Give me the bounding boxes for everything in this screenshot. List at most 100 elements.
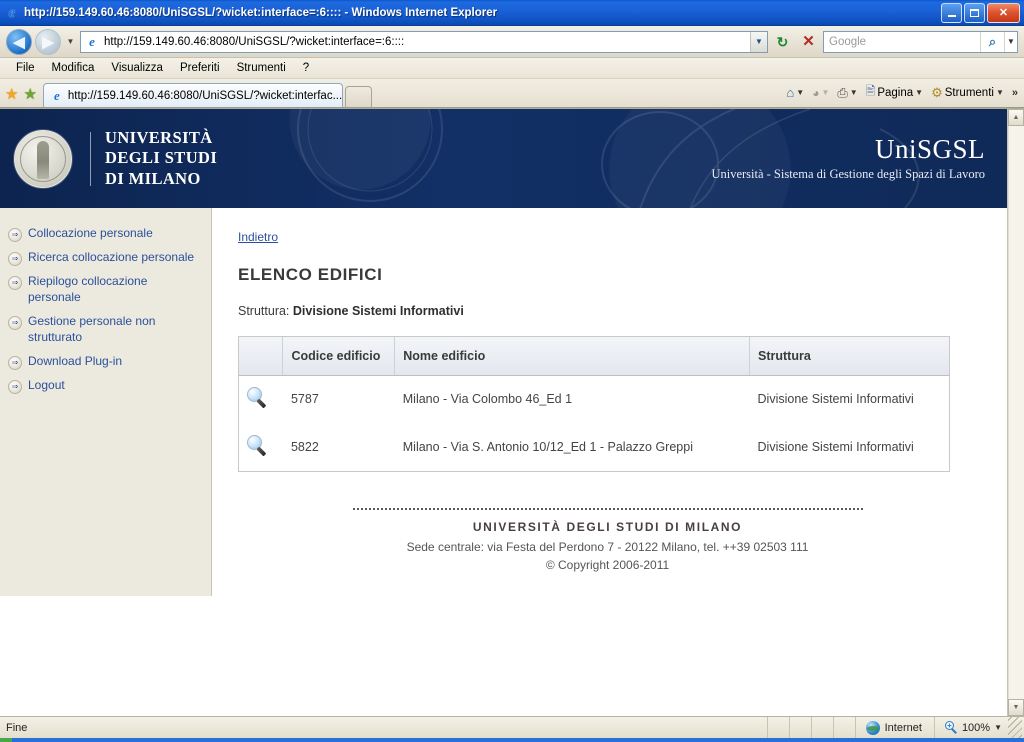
tab-unisgsl[interactable]: e http://159.149.60.46:8080/UniSGSL/?wic… — [42, 83, 343, 107]
ie-logo-icon: e — [8, 4, 16, 21]
menu-visualizza[interactable]: Visualizza — [103, 60, 171, 76]
table-row[interactable]: 5822 Milano - Via S. Antonio 10/12_Ed 1 … — [239, 423, 949, 471]
row-action-cell[interactable] — [239, 423, 283, 471]
sidebar-item-label: Riepilogo collocazione personale — [28, 274, 148, 304]
back-button[interactable]: ◀ — [6, 28, 32, 55]
tools-caret-icon[interactable]: ▼ — [996, 88, 1004, 97]
search-box[interactable]: Google ⌕ ▼ — [823, 30, 1018, 53]
table-header-row: Codice edificio Nome edificio Struttura — [239, 337, 949, 376]
favorites-center-icon[interactable]: ★ — [5, 87, 18, 102]
footer-address: Sede centrale: via Festa del Perdono 7 -… — [406, 540, 809, 554]
home-button[interactable]: ⌂ ▼ — [783, 84, 807, 101]
scroll-track[interactable] — [1008, 126, 1024, 699]
row-action-cell[interactable] — [239, 375, 283, 423]
feeds-icon: ◕ — [812, 85, 820, 100]
sidebar-nav: ⇒ Collocazione personale ⇒ Ricerca collo… — [0, 208, 212, 596]
stop-button[interactable]: ✕ — [797, 30, 820, 53]
url-dropdown-button[interactable]: ▼ — [750, 31, 767, 52]
home-icon: ⌂ — [786, 85, 795, 100]
restore-button[interactable] — [964, 2, 985, 23]
menu-strumenti[interactable]: Strumenti — [229, 60, 294, 76]
zoom-plus: + — [946, 721, 952, 730]
new-tab-button[interactable] — [344, 86, 372, 107]
sidebar-item-riepilogo-collocazione-personale[interactable]: ⇒ Riepilogo collocazione personale — [4, 270, 205, 310]
tab-favicon-icon: e — [54, 87, 60, 103]
sidebar-item-label: Collocazione personale — [28, 226, 153, 240]
logo-divider — [90, 131, 91, 186]
tab-label: http://159.149.60.46:8080/UniSGSL/?wicke… — [67, 89, 343, 102]
restore-icon — [970, 8, 979, 17]
print-button[interactable]: ⎙ ▼ — [834, 84, 860, 102]
magnifier-icon[interactable] — [247, 434, 269, 457]
command-overflow-icon[interactable]: » — [1012, 87, 1018, 99]
menu-file[interactable]: File — [8, 60, 43, 76]
security-zone[interactable]: Internet — [854, 717, 934, 738]
refresh-icon: ↻ — [776, 33, 789, 50]
cell-struttura: Divisione Sistemi Informativi — [749, 375, 949, 423]
menu-help[interactable]: ? — [295, 60, 317, 76]
arrow-bullet-icon: ⇒ — [8, 276, 22, 290]
cell-codice-edificio: 5787 — [282, 375, 395, 423]
page-menu-button[interactable]: 🖹 Pagina ▼ — [863, 81, 926, 104]
zoom-caret-icon[interactable]: ▼ — [994, 723, 1002, 732]
tools-menu-label: Strumenti — [944, 86, 994, 99]
zoom-control[interactable]: + 100% ▼ — [933, 717, 1008, 738]
url-text[interactable]: http://159.149.60.46:8080/UniSGSL/?wicke… — [104, 36, 750, 48]
cell-nome-edificio: Milano - Via Colombo 46_Ed 1 — [394, 375, 750, 423]
sidebar-item-label: Download Plug-in — [28, 353, 123, 368]
page-icon: 🖹 — [865, 84, 876, 98]
arrow-bullet-icon: ⇒ — [8, 315, 22, 330]
magnifier-handle — [256, 446, 267, 456]
menu-modifica[interactable]: Modifica — [44, 60, 103, 76]
university-name-line2: DEGLI STUDI — [105, 148, 218, 168]
tools-menu-button[interactable]: ⚙ Strumenti ▼ — [928, 84, 1007, 102]
column-header-action — [239, 337, 284, 376]
university-name: UNIVERSITÀ DEGLI STUDI DI MILANO — [105, 128, 217, 188]
page-menu-label: Pagina — [877, 86, 914, 99]
gear-icon: ⚙ — [931, 84, 943, 100]
vertical-scrollbar[interactable]: ▲ ▼ — [1007, 109, 1024, 716]
site-header: UNIVERSITÀ DEGLI STUDI DI MILANO UniSGSL… — [0, 109, 1007, 208]
zoom-level-label: 100% — [961, 721, 991, 734]
feeds-caret-icon[interactable]: ▼ — [821, 88, 829, 97]
back-link[interactable]: Indietro — [238, 230, 278, 244]
app-name: UniSGSL — [874, 133, 985, 164]
table-body: 5787 Milano - Via Colombo 46_Ed 1 Divisi… — [239, 375, 949, 471]
print-icon: ⎙ — [837, 84, 848, 100]
feeds-button[interactable]: ◕ ▼ — [809, 85, 832, 101]
sidebar-item-label: Logout — [28, 377, 65, 392]
scroll-down-button[interactable]: ▼ — [1008, 699, 1024, 716]
table-row[interactable]: 5787 Milano - Via Colombo 46_Ed 1 Divisi… — [239, 375, 949, 423]
search-submit-icon[interactable]: ⌕ — [980, 31, 1004, 52]
sidebar-item-logout[interactable]: ⇒ Logout — [4, 374, 205, 398]
minimize-button[interactable] — [941, 2, 962, 23]
search-provider-caret-icon[interactable]: ▼ — [1004, 31, 1017, 52]
web-page: UNIVERSITÀ DEGLI STUDI DI MILANO UniSGSL… — [0, 109, 1007, 716]
menu-preferiti[interactable]: Preferiti — [172, 60, 228, 76]
sidebar-item-ricerca-collocazione-personale[interactable]: ⇒ Ricerca collocazione personale — [4, 246, 205, 270]
sidebar-item-gestione-personale-non-strutturato[interactable]: ⇒ Gestione personale non strutturato — [4, 310, 205, 350]
home-caret-icon[interactable]: ▼ — [796, 88, 804, 97]
url-bar[interactable]: e http://159.149.60.46:8080/UniSGSL/?wic… — [80, 30, 768, 53]
sidebar-item-download-plug-in[interactable]: ⇒ Download Plug-in — [4, 350, 205, 374]
scroll-up-button[interactable]: ▲ — [1008, 109, 1024, 126]
magnifier-icon[interactable] — [247, 386, 269, 409]
zoom-icon: + — [944, 721, 958, 734]
table-header: Codice edificio Nome edificio Struttura — [239, 337, 949, 376]
print-caret-icon[interactable]: ▼ — [850, 88, 858, 97]
resize-grip[interactable] — [1008, 717, 1022, 738]
add-favorite-icon[interactable]: ★ — [23, 87, 36, 102]
window-title: http://159.149.60.46:8080/UniSGSL/?wicke… — [24, 6, 498, 19]
sidebar-item-collocazione-personale[interactable]: ⇒ Collocazione personale — [4, 222, 205, 246]
close-button[interactable]: ✕ — [987, 2, 1020, 23]
footer-divider — [352, 508, 863, 510]
status-cell-3 — [810, 717, 833, 738]
university-seal-icon — [14, 129, 72, 188]
refresh-button[interactable]: ↻ — [771, 30, 794, 53]
sidebar-item-label: Gestione personale non strutturato — [28, 313, 156, 344]
page-caret-icon[interactable]: ▼ — [915, 88, 923, 97]
column-header-codice-edificio: Codice edificio — [282, 337, 396, 376]
forward-button[interactable]: ▶ — [35, 28, 61, 55]
arrow-bullet-icon: ⇒ — [8, 228, 22, 242]
history-dropdown-button[interactable]: ▼ — [64, 37, 77, 46]
